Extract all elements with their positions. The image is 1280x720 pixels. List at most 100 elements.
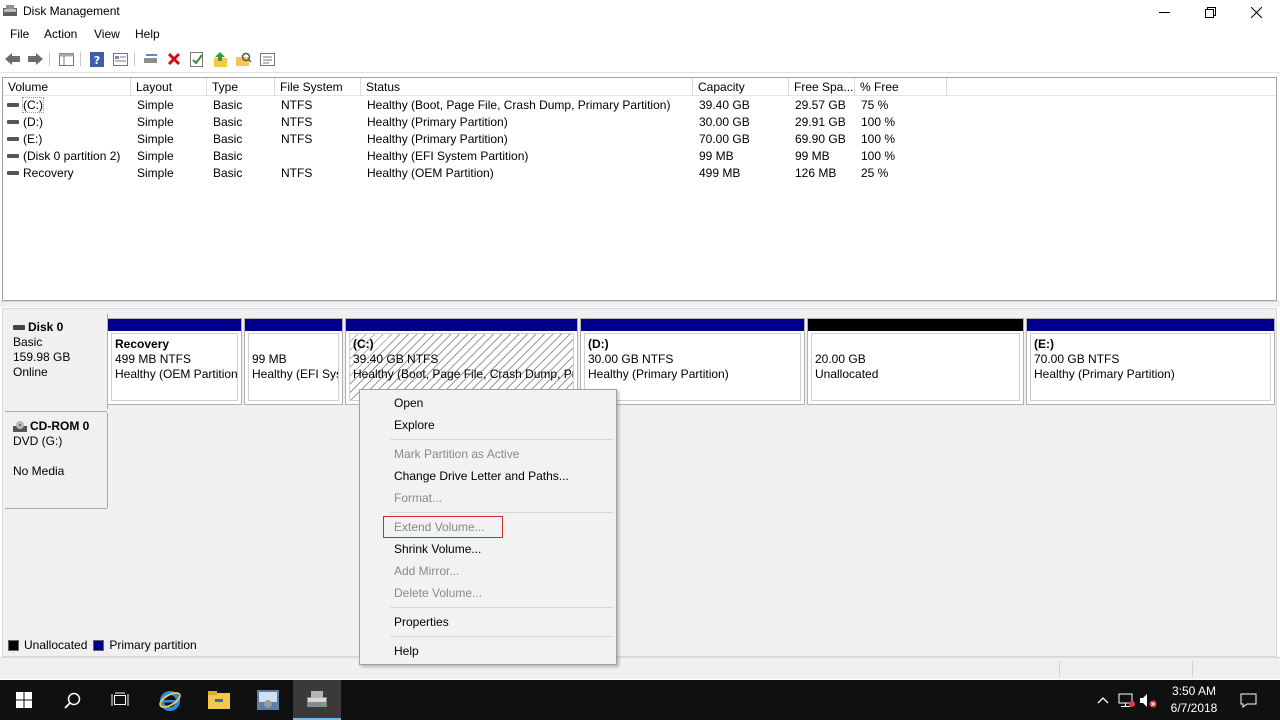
col-volume[interactable]: Volume xyxy=(3,78,131,96)
volume-icon xyxy=(7,171,19,175)
table-cell: (Disk 0 partition 2) xyxy=(23,149,121,163)
menu-item-help[interactable]: Help xyxy=(394,644,419,658)
checklist-icon xyxy=(190,51,203,67)
server-manager-button[interactable] xyxy=(244,680,292,720)
taskbar-clock[interactable]: 3:50 AM 6/7/2018 xyxy=(1160,683,1228,717)
table-cell: 70.00 GB xyxy=(699,132,750,146)
show-hidden-icons-button[interactable] xyxy=(1094,680,1112,720)
action-center-button[interactable] xyxy=(1234,680,1262,720)
table-row[interactable]: (C:) Simple Basic NTFS Healthy (Boot, Page F… xyxy=(3,97,1276,114)
table-cell: 25 % xyxy=(861,166,889,180)
back-icon xyxy=(5,53,20,65)
partition-unallocated[interactable]: 20.00 GB Unallocated xyxy=(807,318,1024,405)
partition-e[interactable]: (E:) 70.00 GB NTFS Healthy (Primary Part… xyxy=(1026,318,1275,405)
cdrom-0-spacer xyxy=(13,449,107,464)
speaker-muted-icon xyxy=(1140,693,1157,707)
internet-explorer-button[interactable] xyxy=(146,680,194,720)
cdrom-0-header[interactable]: CD-ROM 0 DVD (G:) No Media xyxy=(5,413,108,508)
pane-splitter[interactable] xyxy=(0,301,1280,307)
console-tree-button[interactable] xyxy=(57,50,75,68)
cdrom-0-status: No Media xyxy=(13,464,65,478)
col-free-space[interactable]: Free Spa... xyxy=(789,78,855,96)
menu-item-open[interactable]: Open xyxy=(394,396,423,410)
volume-list[interactable]: Volume Layout Type File System Status Ca… xyxy=(2,77,1277,301)
internet-explorer-icon xyxy=(159,691,181,711)
col-layout[interactable]: Layout xyxy=(131,78,207,96)
disk-management-taskbar-button[interactable] xyxy=(293,680,341,720)
help-icon: ? xyxy=(90,51,104,67)
help-button[interactable]: ? xyxy=(88,50,106,68)
menu-item-shrink-volume[interactable]: Shrink Volume... xyxy=(394,542,481,556)
forward-button[interactable] xyxy=(26,50,44,68)
table-cell: Recovery xyxy=(23,166,74,180)
disk-management-icon xyxy=(307,691,327,707)
folder-up-button[interactable] xyxy=(212,50,230,68)
close-button[interactable] xyxy=(1233,0,1279,24)
table-cell: Simple xyxy=(137,98,174,112)
network-tray-button[interactable] xyxy=(1116,680,1136,720)
partition-bar xyxy=(808,319,1023,331)
partition-efi[interactable]: 99 MB Healthy (EFI Syst xyxy=(244,318,343,405)
search-button[interactable] xyxy=(48,680,96,720)
connect-button[interactable] xyxy=(142,50,160,68)
toolbar-separator xyxy=(80,52,81,66)
minimize-button[interactable] xyxy=(1141,0,1187,24)
table-cell: NTFS xyxy=(281,166,313,180)
volume-icon xyxy=(7,137,19,141)
task-view-button[interactable] xyxy=(96,680,144,720)
task-view-icon xyxy=(111,692,129,706)
table-row[interactable]: Recovery Simple Basic NTFS Healthy (OEM Part… xyxy=(3,165,1276,182)
properties-button[interactable] xyxy=(111,50,129,68)
menu-item-explore[interactable]: Explore xyxy=(394,418,435,432)
cdrom-0-drive: DVD (G:) xyxy=(13,434,63,448)
file-explorer-icon xyxy=(208,691,230,709)
table-cell: Basic xyxy=(213,149,243,163)
file-explorer-button[interactable] xyxy=(195,680,243,720)
menu-help[interactable]: Help xyxy=(135,27,160,41)
table-row[interactable]: (D:) Simple Basic NTFS Healthy (Primary Part… xyxy=(3,114,1276,131)
table-cell: Healthy (Boot, Page File, Crash Dump, Pr… xyxy=(367,98,671,112)
menu-separator xyxy=(390,607,613,608)
table-cell: Healthy (Primary Partition) xyxy=(367,132,508,146)
col-file-system[interactable]: File System xyxy=(275,78,361,96)
table-cell: Healthy (Primary Partition) xyxy=(367,115,508,129)
menu-action[interactable]: Action xyxy=(44,27,77,41)
menu-item-delete-volume: Delete Volume... xyxy=(394,586,483,600)
table-row[interactable]: (E:) Simple Basic NTFS Healthy (Primary Part… xyxy=(3,131,1276,148)
col-percent-free[interactable]: % Free xyxy=(855,78,947,96)
start-button[interactable] xyxy=(0,680,48,720)
title-bar: Disk Management xyxy=(0,0,1280,24)
properties-icon xyxy=(112,52,128,66)
menu-view[interactable]: View xyxy=(94,27,120,41)
notification-icon xyxy=(1240,693,1256,708)
partition-name: (E:) xyxy=(1034,337,1054,351)
partition-status: Healthy (Primary Partition) xyxy=(1034,367,1175,381)
svg-text:?: ? xyxy=(94,54,100,67)
disk-graphical-view: Disk 0 Basic 159.98 GB Online Recovery 4… xyxy=(2,308,1277,657)
table-cell: Basic xyxy=(213,132,243,146)
volume-icon xyxy=(7,103,19,107)
partition-size: 99 MB xyxy=(252,352,287,366)
table-row[interactable]: (Disk 0 partition 2) Simple Basic Healthy (… xyxy=(3,148,1276,165)
menu-file[interactable]: File xyxy=(10,27,29,41)
checklist-button[interactable] xyxy=(188,50,206,68)
back-button[interactable] xyxy=(4,50,22,68)
table-cell: (E:) xyxy=(23,132,43,146)
folder-search-button[interactable] xyxy=(235,50,253,68)
partition-recovery[interactable]: Recovery 499 MB NTFS Healthy (OEM Partit… xyxy=(107,318,242,405)
disk-0-status: Online xyxy=(13,365,48,379)
menu-item-properties[interactable]: Properties xyxy=(394,615,449,629)
table-cell: 126 MB xyxy=(795,166,837,180)
menu-item-change-drive-letter[interactable]: Change Drive Letter and Paths... xyxy=(394,469,569,483)
view-list-button[interactable] xyxy=(258,50,276,68)
partition-size: 39.40 GB NTFS xyxy=(353,352,439,366)
col-capacity[interactable]: Capacity xyxy=(693,78,789,96)
delete-button[interactable] xyxy=(165,50,183,68)
restore-button[interactable] xyxy=(1187,0,1233,24)
volume-tray-button[interactable] xyxy=(1138,680,1158,720)
col-type[interactable]: Type xyxy=(207,78,275,96)
disk-0-header[interactable]: Disk 0 Basic 159.98 GB Online xyxy=(5,314,108,409)
restore-icon xyxy=(1204,6,1216,18)
col-status[interactable]: Status xyxy=(361,78,693,96)
folder-up-icon xyxy=(214,51,227,67)
